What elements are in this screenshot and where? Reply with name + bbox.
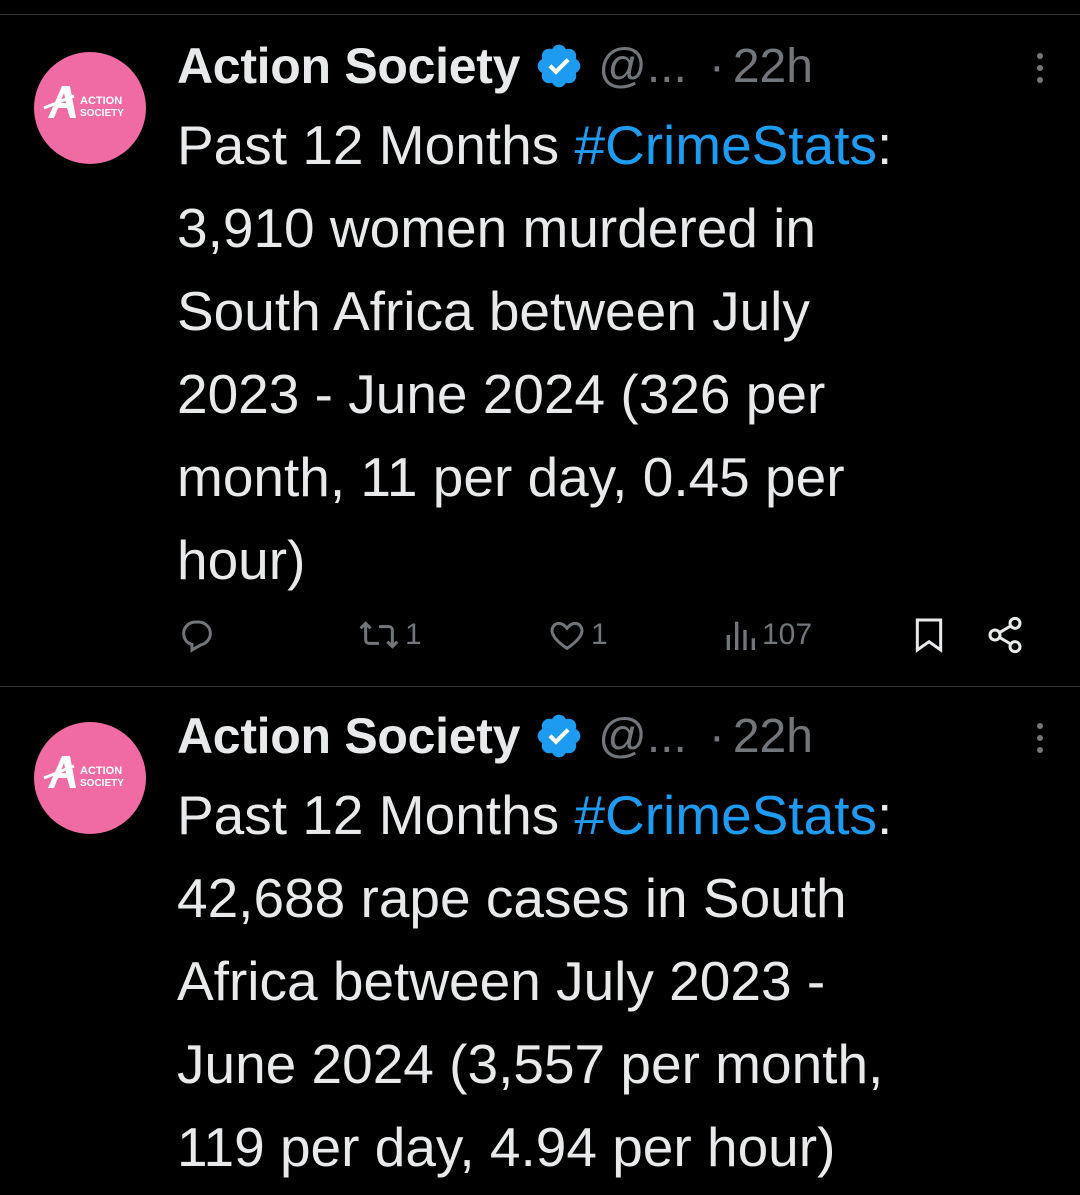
tweet-text-line: 3,910 women murdered in (177, 197, 816, 259)
tweet-text-line: Past 12 Months #CrimeStats: (177, 774, 1037, 857)
tweet-text-line: hour) (177, 529, 306, 591)
verified-badge-icon (537, 714, 581, 758)
tweet-divider (0, 686, 1080, 687)
like-icon (550, 621, 584, 651)
tweet-text-line: month, 11 per day, 0.45 per (177, 446, 845, 508)
hashtag-link[interactable]: #CrimeStats (574, 114, 877, 176)
views-icon (726, 621, 755, 650)
separator-dot: · (708, 39, 725, 93)
action-society-logo-icon: ACTION SOCIETY (43, 86, 124, 119)
reply-button[interactable] (177, 610, 221, 660)
tweet-text-line: Africa between July 2023 - (177, 950, 826, 1012)
timestamp[interactable]: 22h (733, 39, 813, 94)
tweet-text-line: June 2024 (3,557 per month, (177, 1033, 884, 1095)
retweet-count: 1 (405, 618, 422, 651)
retweet-icon (359, 621, 399, 649)
user-handle[interactable]: @... (598, 709, 687, 764)
share-icon (988, 616, 1022, 654)
tweet-actions: 1 1 107 (177, 610, 1037, 660)
text-segment: : (877, 114, 893, 176)
tweet[interactable]: ACTION SOCIETY Action Society @... · 22h… (0, 700, 1080, 1195)
more-options-icon[interactable] (1030, 50, 1050, 86)
bookmark-icon (915, 618, 943, 653)
tweet[interactable]: ACTION SOCIETY Action Society @... · 22h… (0, 30, 1080, 685)
avatar-text-line-1: ACTION (80, 95, 122, 107)
text-segment: Past 12 Months (177, 114, 575, 176)
avatar-text-line-2: SOCIETY (80, 108, 124, 119)
avatar-text-line-1: ACTION (80, 765, 122, 777)
like-button[interactable]: 1 (547, 610, 608, 660)
tweet-text-line: 42,688 rape cases in South (177, 867, 847, 929)
tweet-text-line: 2023 - June 2024 (326 per (177, 363, 826, 425)
text-segment: : (877, 784, 893, 846)
reply-icon (182, 620, 212, 653)
user-handle[interactable]: @... (598, 39, 687, 94)
views-count: 107 (762, 618, 813, 651)
text-segment: Past 12 Months (177, 784, 575, 846)
bookmark-button[interactable] (909, 610, 949, 660)
retweet-button[interactable]: 1 (357, 610, 422, 660)
tweet-text-line: Past 12 Months #CrimeStats: (177, 104, 1037, 187)
more-options-icon[interactable] (1030, 720, 1050, 756)
hashtag-link[interactable]: #CrimeStats (574, 784, 877, 846)
avatar-text-line-2: SOCIETY (80, 778, 124, 789)
tweet-text: Past 12 Months #CrimeStats: 3,910 women … (177, 104, 1037, 602)
separator-dot: · (708, 709, 725, 763)
display-name[interactable]: Action Society (177, 707, 520, 765)
tweet-text-line: South Africa between July (177, 280, 810, 342)
top-divider (0, 14, 1080, 15)
tweet-header: Action Society @... · 22h (177, 700, 1050, 772)
share-button[interactable] (985, 610, 1025, 660)
tweet-text-line: 119 per day, 4.94 per hour) (177, 1116, 836, 1178)
tweet-text: Past 12 Months #CrimeStats: 42,688 rape … (177, 774, 1037, 1189)
avatar[interactable]: ACTION SOCIETY (34, 52, 146, 164)
tweet-header: Action Society @... · 22h (177, 30, 1050, 102)
like-count: 1 (591, 618, 608, 651)
views-button[interactable]: 107 (722, 610, 812, 660)
timestamp[interactable]: 22h (733, 709, 813, 764)
verified-badge-icon (537, 44, 581, 88)
display-name[interactable]: Action Society (177, 37, 520, 95)
action-society-logo-icon: ACTION SOCIETY (43, 756, 124, 789)
avatar[interactable]: ACTION SOCIETY (34, 722, 146, 834)
